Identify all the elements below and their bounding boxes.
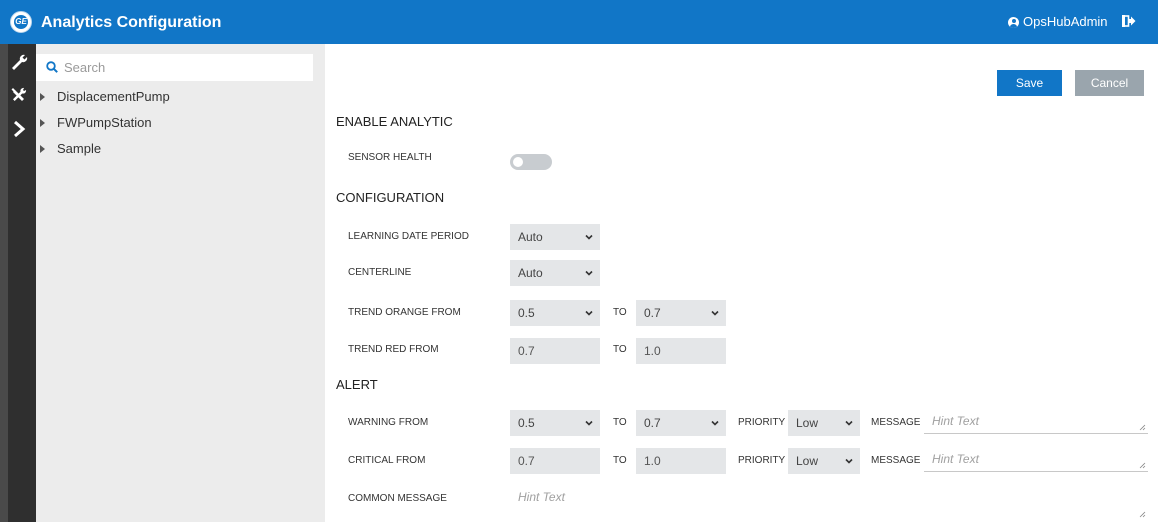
critical-from-input[interactable]: 0.7 xyxy=(510,448,600,474)
user-name: OpsHubAdmin xyxy=(1023,14,1108,29)
configuration-heading: CONFIGURATION xyxy=(336,190,445,205)
centerline-select[interactable]: Auto xyxy=(510,260,600,286)
resize-handle-icon[interactable] xyxy=(1139,462,1146,469)
select-value: 0.5 xyxy=(518,416,535,430)
textarea-placeholder: Hint Text xyxy=(932,414,979,428)
trend-red-to-input[interactable]: 1.0 xyxy=(636,338,726,364)
chevron-down-icon xyxy=(585,270,593,276)
to-label: TO xyxy=(613,307,627,318)
select-value: Low xyxy=(796,454,819,468)
tree-item-label: DisplacementPump xyxy=(57,89,170,104)
textarea-placeholder: Hint Text xyxy=(932,452,979,466)
logout-icon[interactable] xyxy=(1122,13,1136,29)
warning-priority-select[interactable]: Low xyxy=(788,410,860,436)
save-button[interactable]: Save xyxy=(997,70,1062,96)
message-label: MESSAGE xyxy=(871,417,921,428)
app-title: Analytics Configuration xyxy=(41,14,222,31)
trend-red-from-label: TREND RED FROM xyxy=(348,344,439,355)
warning-message-textarea[interactable]: Hint Text xyxy=(924,408,1148,434)
select-value: Auto xyxy=(518,266,543,280)
tree-item-displacementpump[interactable]: DisplacementPump xyxy=(40,88,170,106)
toggle-knob xyxy=(513,157,523,167)
textarea-placeholder: Hint Text xyxy=(518,490,565,504)
select-value: 0.7 xyxy=(644,306,661,320)
trend-red-from-input[interactable]: 0.7 xyxy=(510,338,600,364)
caret-right-icon[interactable] xyxy=(40,93,45,101)
warning-from-select[interactable]: 0.5 xyxy=(510,410,600,436)
priority-label: PRIORITY xyxy=(738,455,786,466)
select-value: 0.5 xyxy=(518,306,535,320)
critical-to-input[interactable]: 1.0 xyxy=(636,448,726,474)
trend-orange-from-label: TREND ORANGE FROM xyxy=(348,307,461,318)
tools-icon[interactable] xyxy=(9,85,29,105)
logo-mark: GE xyxy=(14,15,28,29)
user-menu[interactable]: OpsHubAdmin xyxy=(1008,14,1108,30)
cancel-button[interactable]: Cancel xyxy=(1075,70,1144,96)
common-message-textarea[interactable]: Hint Text xyxy=(510,484,1148,520)
priority-label: PRIORITY xyxy=(738,417,786,428)
tree-item-label: Sample xyxy=(57,141,102,156)
caret-right-icon[interactable] xyxy=(40,119,45,127)
sensor-health-label: SENSOR HEALTH xyxy=(348,152,432,163)
enable-analytic-heading: ENABLE ANALYTIC xyxy=(336,114,453,129)
user-icon xyxy=(1008,16,1019,28)
select-value: 0.7 xyxy=(644,416,661,430)
search-icon xyxy=(46,61,58,73)
chevron-down-icon xyxy=(845,420,853,426)
chevron-down-icon xyxy=(585,420,593,426)
tree-item-label: FWPumpStation xyxy=(57,115,152,130)
chevron-right-icon[interactable] xyxy=(9,119,29,139)
chevron-down-icon xyxy=(711,310,719,316)
alert-heading: ALERT xyxy=(336,377,378,392)
message-label: MESSAGE xyxy=(871,455,921,466)
sensor-health-toggle[interactable] xyxy=(510,154,552,170)
centerline-label: CENTERLINE xyxy=(348,267,412,278)
warning-from-label: WARNING FROM xyxy=(348,417,429,428)
rail-accent xyxy=(0,44,8,522)
common-message-label: COMMON MESSAGE xyxy=(348,493,447,504)
to-label: TO xyxy=(613,344,627,355)
warning-to-select[interactable]: 0.7 xyxy=(636,410,726,436)
select-value: Auto xyxy=(518,230,543,244)
chevron-down-icon xyxy=(711,420,719,426)
wrench-icon[interactable] xyxy=(9,53,29,73)
trend-orange-from-select[interactable]: 0.5 xyxy=(510,300,600,326)
to-label: TO xyxy=(613,417,627,428)
chevron-down-icon xyxy=(585,234,593,240)
ge-logo: GE xyxy=(10,11,32,33)
learning-date-period-select[interactable]: Auto xyxy=(510,224,600,250)
caret-right-icon[interactable] xyxy=(40,145,45,153)
resize-handle-icon[interactable] xyxy=(1139,424,1146,431)
learning-date-period-label: LEARNING DATE PERIOD xyxy=(348,231,469,242)
tree-item-sample[interactable]: Sample xyxy=(40,140,101,158)
select-value: Low xyxy=(796,416,819,430)
to-label: TO xyxy=(613,455,627,466)
resize-handle-icon[interactable] xyxy=(1139,511,1146,518)
critical-message-textarea[interactable]: Hint Text xyxy=(924,446,1148,472)
critical-from-label: CRITICAL FROM xyxy=(348,455,426,466)
critical-priority-select[interactable]: Low xyxy=(788,448,860,474)
chevron-down-icon xyxy=(845,458,853,464)
trend-orange-to-select[interactable]: 0.7 xyxy=(636,300,726,326)
chevron-down-icon xyxy=(585,310,593,316)
tree-item-fwpumpstation[interactable]: FWPumpStation xyxy=(40,114,152,132)
search-placeholder: Search xyxy=(64,60,106,75)
